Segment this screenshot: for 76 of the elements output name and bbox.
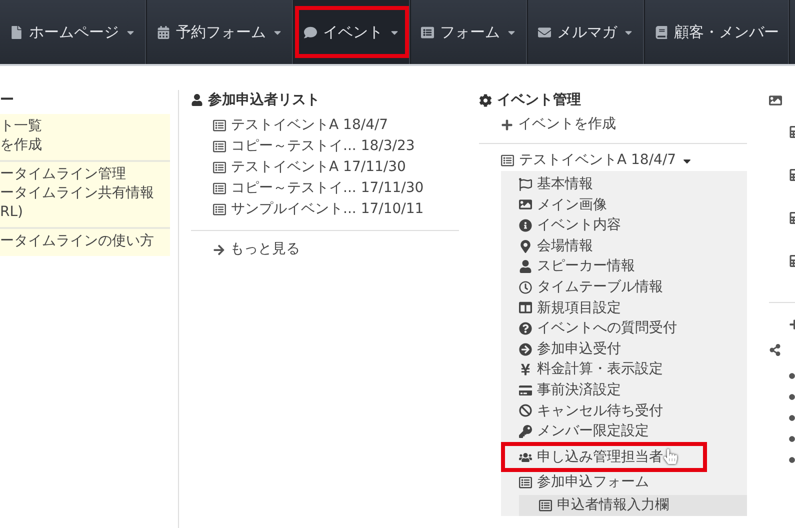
image-icon: [769, 94, 782, 106]
pointer-cursor-icon: [663, 448, 678, 464]
event-link[interactable]: テストイベントA 17/11/30: [231, 157, 406, 178]
menu-link[interactable]: 料金計算・表示設定: [537, 359, 663, 380]
section-heading: 参加申込者リスト: [208, 91, 320, 110]
list-icon: [213, 203, 226, 216]
clock-icon: [519, 280, 532, 294]
menu-link[interactable]: 新規項目設定: [537, 298, 621, 318]
settings-icon: [479, 94, 492, 106]
menu-link[interactable]: 申し込み管理担当者: [537, 446, 663, 468]
question-icon: [519, 322, 532, 335]
section-heading: イベント管理: [497, 91, 581, 110]
comment-icon: [304, 26, 317, 38]
nav-tab[interactable]: メルマガ: [528, 0, 645, 64]
event-link[interactable]: コピー～テストイ... 18/3/23: [231, 136, 415, 157]
nav-tab[interactable]: イベント: [294, 0, 411, 64]
key-icon: [519, 424, 532, 438]
menu-link[interactable]: 会場情報: [537, 236, 593, 256]
envelope-icon: [538, 26, 551, 38]
list-icon: [213, 161, 226, 174]
plus-icon: [501, 118, 513, 130]
menu-link[interactable]: 事前決済設定: [537, 380, 621, 401]
info-icon: [519, 218, 532, 232]
section-heading: ー: [0, 91, 14, 110]
calendar-icon: [157, 26, 170, 38]
menu-link[interactable]: メイン画像: [537, 194, 607, 216]
users-icon: [519, 450, 532, 464]
menu-link[interactable]: イベント内容: [537, 215, 621, 236]
menu-link[interactable]: タイムテーブル情報: [537, 276, 663, 298]
menu-link[interactable]: 参加申込受付: [537, 338, 621, 360]
menu-link[interactable]: スピーカー情報: [537, 256, 635, 277]
menu-link[interactable]: ータイムライン共有情報: [0, 184, 170, 203]
menu-link[interactable]: ト一覧: [0, 117, 170, 136]
create-event-link[interactable]: イベントを作成: [518, 114, 616, 135]
nav-tab[interactable]: フォーム: [411, 0, 528, 64]
list-icon: [501, 154, 514, 167]
menu-link[interactable]: を作成: [0, 136, 170, 155]
yen-icon: [519, 363, 532, 376]
flag-icon: [519, 178, 532, 191]
list-icon: [421, 26, 434, 38]
image-icon: [519, 198, 532, 212]
nav-tab[interactable]: ホームページ: [0, 0, 147, 64]
menu-link[interactable]: 参加申込フォーム: [537, 472, 649, 493]
list-icon: [539, 498, 552, 512]
ban-icon: [519, 404, 532, 418]
columns-icon: [519, 301, 532, 314]
book-icon: [655, 26, 668, 38]
event-link[interactable]: テストイベントA 18/4/7: [231, 115, 388, 136]
share-icon: [769, 344, 781, 356]
menu-link[interactable]: 基本情報: [537, 174, 593, 195]
menu-link[interactable]: ータイムラインの使い方: [0, 232, 170, 251]
arrow-right-icon: [213, 244, 225, 256]
list-icon: [213, 140, 226, 153]
map-pin-icon: [519, 240, 532, 253]
credit-card-icon: [519, 384, 532, 397]
nav-tab[interactable]: 顧客・メンバー: [645, 0, 790, 64]
event-dropdown[interactable]: テストイベントA 18/4/7: [519, 150, 676, 171]
menu-link[interactable]: イベントへの質問受付: [537, 318, 677, 339]
file-icon: [10, 26, 23, 38]
user-icon: [519, 260, 532, 274]
menu-link[interactable]: キャンセル待ち受付: [537, 400, 663, 422]
more-link[interactable]: もっと見る: [230, 239, 300, 260]
menu-link[interactable]: メンバー限定設定: [537, 421, 649, 442]
bullet-icon: [789, 456, 795, 462]
list-icon: [213, 182, 226, 195]
menu-link[interactable]: RL): [0, 203, 170, 222]
bullet-icon: [789, 394, 795, 400]
event-link[interactable]: サンプルイベント... 17/10/11: [231, 199, 424, 220]
bullet-icon: [789, 436, 795, 442]
user-icon: [191, 94, 203, 106]
list-icon: [519, 476, 532, 490]
bullet-icon: [789, 372, 795, 378]
menu-link[interactable]: ータイムライン管理: [0, 165, 170, 184]
list-icon: [213, 119, 226, 132]
bullet-icon: [789, 414, 795, 420]
event-link[interactable]: コピー～テストイ... 17/11/30: [231, 178, 424, 199]
